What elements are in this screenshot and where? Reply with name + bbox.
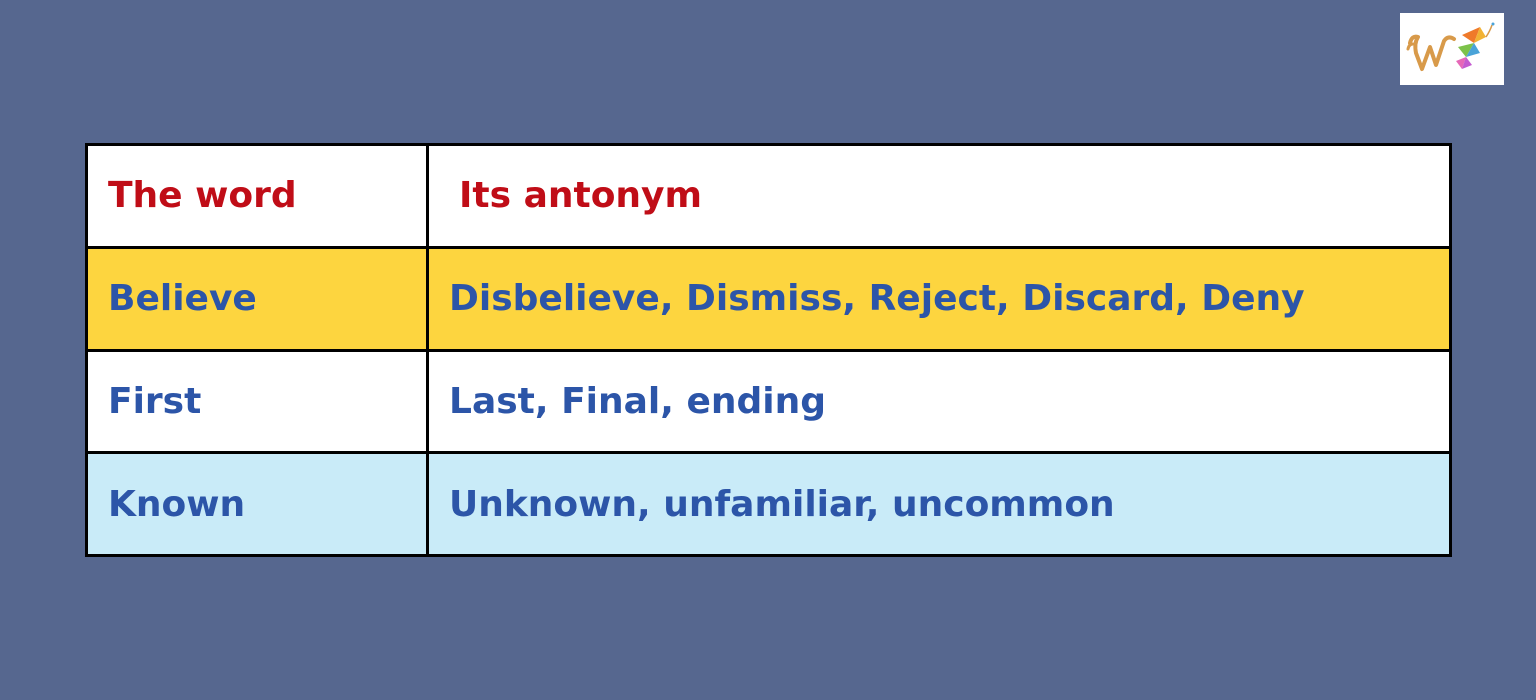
header-antonym: Its antonym bbox=[426, 143, 1452, 249]
brand-logo bbox=[1400, 13, 1504, 85]
antonyms-cell: Disbelieve, Dismiss, Reject, Discard, De… bbox=[426, 245, 1452, 352]
antonyms-table: The word Its antonym Believe Disbelieve,… bbox=[85, 143, 1452, 557]
table-row: First Last, Final, ending bbox=[85, 348, 1452, 455]
table-row: Known Unknown, unfamiliar, uncommon bbox=[85, 451, 1452, 557]
word-cell: First bbox=[85, 348, 429, 455]
antonyms-cell: Last, Final, ending bbox=[426, 348, 1452, 455]
w-kite-logo-icon bbox=[1406, 22, 1495, 71]
word-cell: Known bbox=[85, 451, 429, 557]
antonyms-cell: Unknown, unfamiliar, uncommon bbox=[426, 451, 1452, 557]
table-header-row: The word Its antonym bbox=[85, 143, 1452, 249]
header-word: The word bbox=[85, 143, 429, 249]
table-row: Believe Disbelieve, Dismiss, Reject, Dis… bbox=[85, 245, 1452, 352]
word-cell: Believe bbox=[85, 245, 429, 352]
